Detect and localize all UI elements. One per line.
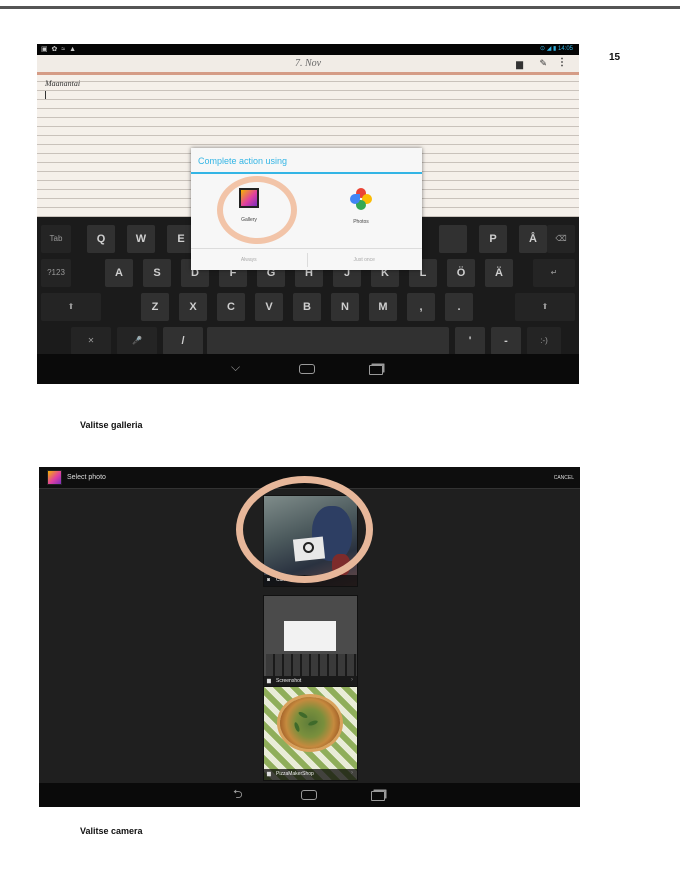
dialog-button-row: Always Just once xyxy=(191,248,422,270)
album-pizzamakershop[interactable]: ▆ PizzaMakerShop › xyxy=(263,686,358,781)
photos-petal-blue xyxy=(350,194,360,204)
back-icon[interactable]: ⌵ xyxy=(231,360,240,375)
folder-icon: ▆ xyxy=(267,678,271,684)
key-enter[interactable]: ↵ xyxy=(533,259,575,287)
key-space[interactable] xyxy=(207,327,449,355)
key-hide-keyboard[interactable]: ✕ xyxy=(71,327,111,355)
chevron-right-icon: › xyxy=(351,677,353,683)
caption-choose-gallery: Valitse galleria xyxy=(80,420,143,430)
microphone-icon[interactable]: 🎤 xyxy=(117,327,157,355)
notepad-date: 7. Nov xyxy=(294,58,322,69)
text-cursor xyxy=(45,91,46,99)
key-b[interactable]: B xyxy=(293,293,321,321)
camera-icon: ◙ xyxy=(267,577,271,583)
page-number: 15 xyxy=(609,52,621,63)
key-w[interactable]: W xyxy=(127,225,155,253)
key-x[interactable]: X xyxy=(179,293,207,321)
dialog-title-rule xyxy=(191,172,422,174)
screenshot-thumb-dialog xyxy=(284,621,336,651)
key-m[interactable]: M xyxy=(369,293,397,321)
key-period[interactable]: . xyxy=(445,293,473,321)
key-backspace[interactable]: ⌫ xyxy=(547,225,575,253)
overflow-menu-icon[interactable]: ⋮ xyxy=(557,57,567,68)
status-icons: ▣ ✿ ≈ ▲ xyxy=(41,46,78,53)
key-q[interactable]: Q xyxy=(87,225,115,253)
home-icon[interactable] xyxy=(299,364,315,374)
key-shift-right[interactable]: ⬆ xyxy=(515,293,575,321)
status-bar: ▣ ✿ ≈ ▲ ⊙ ◢ ▮ 14:05 xyxy=(37,44,579,55)
key-v[interactable]: V xyxy=(255,293,283,321)
keyboard-row-4: ✕ 🎤 / ' - :-) xyxy=(41,327,575,357)
key-o[interactable] xyxy=(439,225,467,253)
key-s[interactable]: S xyxy=(143,259,171,287)
photos-app-option[interactable]: Photos xyxy=(331,188,391,225)
folder-icon: ▆ xyxy=(267,771,271,777)
caption-choose-camera: Valitse camera xyxy=(80,826,143,836)
header-divider xyxy=(37,73,579,75)
key-p[interactable]: P xyxy=(479,225,507,253)
key-shift-left[interactable]: ⬆ xyxy=(41,293,101,321)
chevron-right-icon: › xyxy=(351,770,353,776)
screenshot-thumb-keys xyxy=(266,654,357,676)
key-tab[interactable]: Tab xyxy=(41,225,71,253)
select-photo-title: Select photo xyxy=(67,474,106,481)
key-c[interactable]: C xyxy=(217,293,245,321)
gallery-app-icon[interactable] xyxy=(47,470,62,485)
navigation-bar: ⮌ xyxy=(39,783,580,807)
back-icon[interactable]: ⮌ xyxy=(233,785,243,806)
always-button[interactable]: Always xyxy=(191,249,307,271)
photos-label: Photos xyxy=(353,219,369,225)
notepad-text: Maanantai xyxy=(45,79,81,88)
key-o-umlaut[interactable]: Ö xyxy=(447,259,475,287)
key-slash[interactable]: / xyxy=(163,327,203,355)
key-n[interactable]: N xyxy=(331,293,359,321)
key-a-ring[interactable]: Å xyxy=(519,225,547,253)
header-rule xyxy=(0,6,680,9)
key-smiley[interactable]: :-) xyxy=(527,327,561,355)
folder-icon[interactable]: ▆ xyxy=(516,59,523,70)
key-a[interactable]: A xyxy=(105,259,133,287)
key-comma[interactable]: , xyxy=(407,293,435,321)
pen-icon[interactable]: ✎ xyxy=(539,58,547,69)
navigation-bar: ⌵ xyxy=(37,354,579,384)
just-once-button[interactable]: Just once xyxy=(307,249,423,271)
key-symbols[interactable]: ?123 xyxy=(41,259,71,287)
key-dash[interactable]: - xyxy=(491,327,521,355)
home-icon[interactable] xyxy=(301,790,317,800)
recent-apps-icon[interactable] xyxy=(369,365,383,375)
key-apostrophe[interactable]: ' xyxy=(455,327,485,355)
highlight-ring-gallery xyxy=(217,176,297,244)
photos-icon xyxy=(350,188,372,210)
album-screenshot[interactable]: ▆ Screenshot › xyxy=(263,595,358,688)
key-z[interactable]: Z xyxy=(141,293,169,321)
recent-apps-icon[interactable] xyxy=(371,791,385,801)
key-a-umlaut[interactable]: Ä xyxy=(485,259,513,287)
album-name-screenshot: Screenshot xyxy=(276,678,302,684)
status-clock: ⊙ ◢ ▮ 14:05 xyxy=(540,46,573,52)
dialog-title: Complete action using xyxy=(198,156,288,166)
cancel-button[interactable]: CANCEL xyxy=(554,475,574,481)
highlight-ring-camera xyxy=(236,476,373,583)
notepad-header: 7. Nov ▆ ✎ ⋮ xyxy=(37,55,579,73)
keyboard-row-3: ⬆ Z X C V B N M , . ⬆ xyxy=(41,293,575,323)
album-name-pizzamakershop: PizzaMakerShop xyxy=(276,771,314,777)
album-label-bar: ▆ PizzaMakerShop › xyxy=(264,769,357,780)
screenshot-notepad-dialog: ▣ ✿ ≈ ▲ ⊙ ◢ ▮ 14:05 7. Nov ▆ ✎ ⋮ Maanant… xyxy=(37,44,579,384)
